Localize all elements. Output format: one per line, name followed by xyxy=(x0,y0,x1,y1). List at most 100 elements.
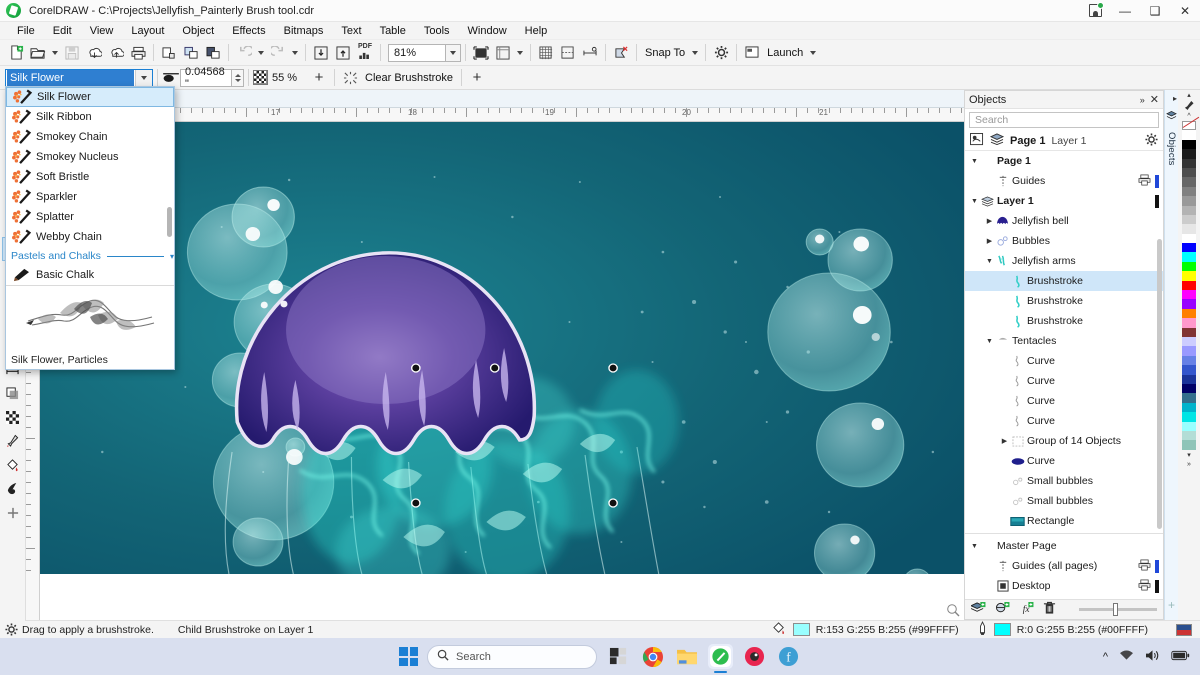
photo-paint-icon[interactable] xyxy=(742,644,767,669)
docker-page-label[interactable]: Page 1 xyxy=(1010,135,1045,147)
brush-width-stepper[interactable] xyxy=(232,68,244,87)
brush-item-soft-bristle[interactable]: Soft Bristle xyxy=(6,167,174,187)
document-preview-icon[interactable] xyxy=(1176,623,1192,636)
object-tree-row[interactable]: Desktop xyxy=(965,576,1163,596)
new-layer-icon[interactable] xyxy=(969,601,986,618)
object-tree-row[interactable]: ▼ Master Page xyxy=(965,536,1163,556)
object-tree-row[interactable]: Brushstroke xyxy=(965,311,1163,331)
brush-item-sparkler[interactable]: Sparkler xyxy=(6,187,174,207)
chrome-icon[interactable] xyxy=(640,644,665,669)
brush-name-combo[interactable]: Silk Flower xyxy=(5,68,153,87)
brush-item-smokey-chain[interactable]: Smokey Chain xyxy=(6,127,174,147)
battery-icon[interactable] xyxy=(1171,650,1190,664)
menu-bitmaps[interactable]: Bitmaps xyxy=(275,22,333,40)
palette-expand-all-icon[interactable]: » xyxy=(1178,460,1200,470)
transparency-input[interactable]: 55 % xyxy=(268,69,308,87)
menu-edit[interactable]: Edit xyxy=(44,22,81,40)
object-tree-row[interactable]: ▶ Group of 14 Objects xyxy=(965,431,1163,451)
undo-icon[interactable] xyxy=(233,42,255,64)
object-tree-row[interactable]: Curve xyxy=(965,371,1163,391)
objects-docker-tab-icon[interactable] xyxy=(1166,111,1177,124)
add-transparency-icon[interactable]: + xyxy=(308,67,330,89)
options-gear-icon[interactable] xyxy=(710,42,732,64)
object-tree-row[interactable]: Brushstroke xyxy=(965,271,1163,291)
brush-preset-dropdown[interactable]: Silk Flower Silk Ribbon Smokey Chain Smokey… xyxy=(5,86,175,370)
tree-expander-icon[interactable]: ▶ xyxy=(984,217,995,225)
wifi-icon[interactable] xyxy=(1119,649,1134,664)
palette-color-29[interactable] xyxy=(1182,402,1196,413)
layer-color-bar[interactable] xyxy=(1155,559,1159,573)
tool-more[interactable] xyxy=(2,501,24,525)
palette-color-none[interactable] xyxy=(1182,121,1196,131)
palette-color-33[interactable] xyxy=(1182,440,1196,450)
show-guides-icon[interactable] xyxy=(557,42,579,64)
tree-expander-icon[interactable]: ▼ xyxy=(969,543,980,550)
open-document-icon[interactable] xyxy=(27,42,49,64)
view-dropdown-caret[interactable] xyxy=(514,42,526,64)
publish-pdf-icon[interactable]: PDF xyxy=(354,42,376,64)
palette-color-18[interactable] xyxy=(1182,299,1196,309)
object-tree-row[interactable]: Guides (all pages) xyxy=(965,556,1163,576)
tree-expander-icon[interactable]: ▼ xyxy=(969,198,980,205)
docker-options-gear-icon[interactable] xyxy=(1145,132,1158,149)
palette-color-13[interactable] xyxy=(1182,252,1196,262)
layer-color-bar[interactable] xyxy=(1155,174,1159,188)
palette-color-15[interactable] xyxy=(1182,271,1196,281)
edit-across-layers-icon[interactable]: fx xyxy=(1019,601,1034,618)
menu-view[interactable]: View xyxy=(81,22,123,40)
object-tree-row[interactable]: Curve xyxy=(965,391,1163,411)
layer-depth-slider[interactable] xyxy=(1079,603,1157,616)
object-tree-row[interactable]: ▼ Tentacles xyxy=(965,331,1163,351)
brush-dropdown-caret[interactable] xyxy=(135,69,152,86)
tree-expander-icon[interactable]: ▼ xyxy=(984,338,995,345)
objects-search-input[interactable]: Search xyxy=(969,112,1159,128)
palette-color-31[interactable] xyxy=(1182,421,1196,431)
palette-color-0[interactable] xyxy=(1182,130,1196,140)
palette-color-10[interactable] xyxy=(1182,224,1196,234)
layer-color-bar[interactable] xyxy=(1155,194,1159,208)
import-icon[interactable] xyxy=(83,42,105,64)
palette-swatch-list[interactable] xyxy=(1182,121,1196,450)
object-tree-row[interactable]: ▼ Jellyfish arms xyxy=(965,251,1163,271)
object-tree-row[interactable]: Guides xyxy=(965,171,1163,191)
object-tree-row[interactable]: ▼ Layer 1 xyxy=(965,191,1163,211)
palette-color-2[interactable] xyxy=(1182,149,1196,159)
taskbar-search-input[interactable]: Search xyxy=(427,644,597,669)
palette-eyedropper-icon[interactable] xyxy=(1184,100,1194,111)
object-tree-row[interactable]: ▼ Page 1 xyxy=(965,151,1163,171)
object-tree-row[interactable]: ▶ Jellyfish bell xyxy=(965,211,1163,231)
tool-drop-shadow[interactable] xyxy=(2,381,24,405)
palette-color-6[interactable] xyxy=(1182,186,1196,197)
palette-scroll-up-icon[interactable]: ▴ xyxy=(1178,90,1200,100)
paste-icon[interactable] xyxy=(202,42,224,64)
user-notification-icon[interactable] xyxy=(1080,0,1110,22)
clear-transform-icon[interactable] xyxy=(610,42,632,64)
tool-smart-fill[interactable] xyxy=(2,477,24,501)
docker-layer-label[interactable]: Layer 1 xyxy=(1051,135,1086,147)
menu-table[interactable]: Table xyxy=(371,22,415,40)
launch-caret[interactable] xyxy=(807,42,819,64)
minimize-button[interactable]: — xyxy=(1110,0,1140,22)
palette-color-8[interactable] xyxy=(1182,205,1196,215)
palette-color-16[interactable] xyxy=(1182,280,1196,291)
layer-color-bar[interactable] xyxy=(1155,579,1159,593)
add-docker-icon[interactable]: + xyxy=(1168,598,1175,612)
brush-item-silk-flower[interactable]: Silk Flower xyxy=(6,87,174,107)
windows-start-icon[interactable] xyxy=(399,647,418,666)
show-rulers-icon[interactable] xyxy=(492,42,514,64)
double-chevron-right-icon[interactable]: » xyxy=(1140,95,1145,105)
palette-color-24[interactable] xyxy=(1182,355,1196,366)
palette-color-5[interactable] xyxy=(1182,177,1196,187)
show-object-properties-icon[interactable] xyxy=(970,132,984,149)
menu-tools[interactable]: Tools xyxy=(415,22,459,40)
tree-expander-icon[interactable]: ▶ xyxy=(999,437,1010,445)
palette-color-19[interactable] xyxy=(1182,308,1196,319)
drawing-canvas[interactable] xyxy=(40,122,964,621)
launch-label[interactable]: Launch xyxy=(763,47,807,59)
file-explorer-icon[interactable] xyxy=(674,644,699,669)
launch-app-icon[interactable] xyxy=(741,42,763,64)
fill-color-icon[interactable] xyxy=(772,621,787,638)
delete-icon[interactable] xyxy=(1043,601,1056,618)
cut-icon[interactable] xyxy=(158,42,180,64)
coreldraw-icon[interactable] xyxy=(708,644,733,673)
